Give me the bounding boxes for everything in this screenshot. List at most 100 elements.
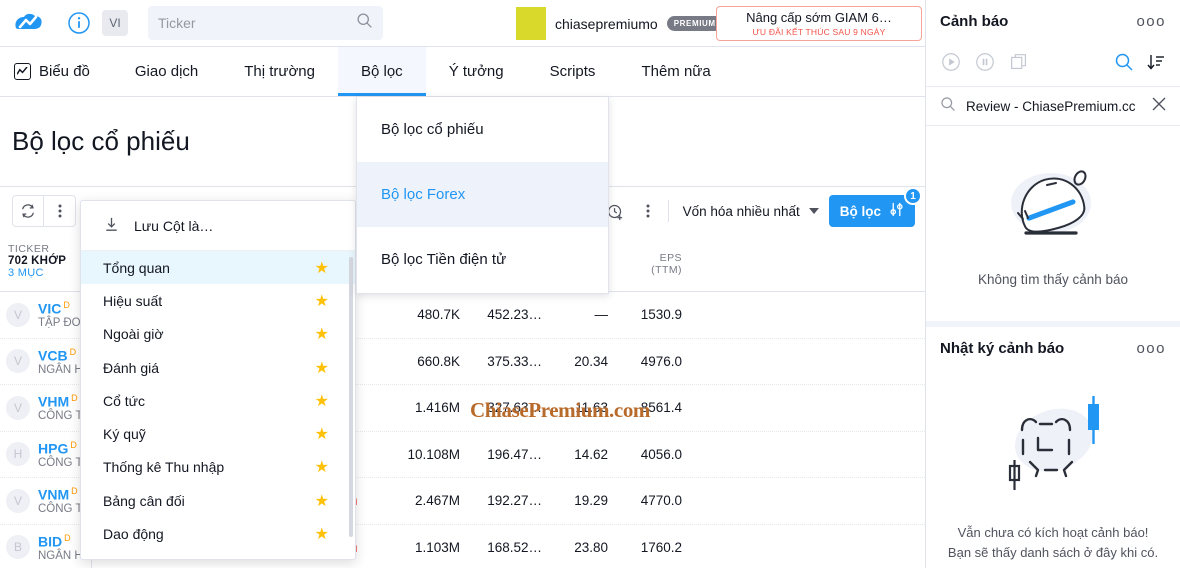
alarm-clock-icon — [992, 392, 1114, 505]
column-set-item[interactable]: Bảng cân đối ★ — [81, 484, 355, 517]
kebab-menu-icon[interactable] — [44, 195, 76, 227]
alerts-empty-text: Không tìm thấy cảnh báo — [977, 271, 1129, 287]
close-icon[interactable] — [1152, 97, 1166, 116]
column-set-item[interactable]: Dao động ★ — [81, 517, 355, 550]
nav-item-more[interactable]: Thêm nữa — [618, 47, 733, 96]
cell-ticker[interactable]: V VHM D CÔNG T — [0, 385, 92, 431]
nav-item-markets[interactable]: Thị trường — [221, 47, 338, 96]
star-icon[interactable]: ★ — [315, 457, 329, 477]
market-cap-select[interactable]: Vốn hóa nhiều nhất — [673, 195, 829, 227]
column-set-item[interactable]: Hiệu suất ★ — [81, 284, 355, 317]
upgrade-title: Nâng cấp sớm GIAM 6… — [746, 9, 892, 25]
kebab-menu-icon[interactable]: ooo — [1136, 13, 1166, 30]
upgrade-promo-button[interactable]: Nâng cấp sớm GIAM 6… ƯU ĐÃI KẾT THÚC SAU… — [716, 6, 922, 41]
ticker-flag: D — [64, 532, 71, 543]
chevron-down-icon — [808, 208, 819, 214]
refresh-icon[interactable] — [12, 195, 44, 227]
dropdown-item-crypto-screener[interactable]: Bộ lọc Tiền điện tử — [357, 227, 608, 292]
ticker-flag: D — [70, 439, 77, 450]
star-icon[interactable]: ★ — [315, 291, 329, 311]
alerts-log-empty-state: Vẫn chưa có kích hoạt cảnh báo! Bạn sẽ t… — [926, 370, 1180, 563]
cell-ticker[interactable]: V VIC D TẬP ĐO — [0, 292, 92, 338]
bell-empty-icon — [994, 161, 1112, 258]
kebab-menu-icon[interactable] — [632, 195, 664, 227]
cell-market-cap: 375.33… — [487, 353, 542, 369]
cell-ticker[interactable]: B BID D NGÂN H — [0, 524, 92, 568]
cell-pe: 23.80 — [574, 539, 608, 555]
cell-ticker[interactable]: H HPG D CÔNG T — [0, 431, 92, 477]
star-icon[interactable]: ★ — [315, 258, 329, 278]
play-circle-icon[interactable] — [940, 51, 962, 78]
ticker-search-input[interactable]: Ticker — [148, 6, 383, 40]
ticker-header-line2: 702 KHỚP — [8, 255, 67, 267]
nav-item-label: Thị trường — [244, 63, 315, 80]
cell-ticker[interactable]: V VCB D NGÂN H — [0, 338, 92, 384]
copy-icon[interactable] — [1008, 51, 1030, 78]
ticker-company: CÔNG T — [38, 410, 83, 423]
search-icon[interactable] — [1114, 52, 1134, 77]
cell-pe: 19.29 — [574, 493, 608, 509]
dropdown-item-forex-screener[interactable]: Bộ lọc Forex — [357, 162, 608, 227]
column-set-item[interactable]: Đánh giá ★ — [81, 351, 355, 384]
dropdown-item-label: Bộ lọc cổ phiếu — [381, 121, 484, 138]
upgrade-subtitle: ƯU ĐÃI KẾT THÚC SAU 9 NGÀY — [752, 26, 886, 37]
download-icon — [103, 216, 120, 236]
column-set-list: Tổng quan ★ Hiệu suất ★ Ngoài giờ ★ Đánh… — [81, 251, 355, 551]
column-set-item[interactable]: Ngoài giờ ★ — [81, 318, 355, 351]
column-set-item[interactable]: Cổ tức ★ — [81, 384, 355, 417]
column-set-item[interactable]: Ký quỹ ★ — [81, 417, 355, 450]
cell-market-cap: 168.52… — [487, 539, 542, 555]
column-header-eps[interactable]: EPS (TTM) — [616, 236, 690, 291]
ticker-header-line1: TICKER — [8, 243, 50, 255]
column-set-label: Đánh giá — [103, 359, 160, 376]
ticker-symbol: VNM D — [38, 486, 78, 504]
cell-volume: 10.108M — [407, 446, 460, 462]
dropdown-scrollbar[interactable] — [349, 257, 353, 537]
cell-ticker[interactable]: V VNM D CÔNG T — [0, 478, 92, 524]
language-switcher[interactable]: VI — [102, 10, 128, 36]
star-icon[interactable]: ★ — [315, 424, 329, 444]
star-icon[interactable]: ★ — [315, 524, 329, 544]
nav-item-scripts[interactable]: Scripts — [527, 47, 619, 96]
column-header-ticker[interactable]: TICKER 702 KHỚP 3 MỤC — [0, 236, 92, 291]
nav-item-label: Ý tưởng — [448, 63, 504, 80]
info-icon[interactable] — [56, 11, 102, 35]
nav-item-label: Bộ lọc — [360, 63, 403, 80]
avatar: B — [6, 535, 30, 560]
ticker-flag: D — [63, 300, 70, 311]
nav-item-ideas[interactable]: Ý tưởng — [426, 47, 527, 96]
dropdown-item-stock-screener[interactable]: Bộ lọc cổ phiếu — [357, 97, 608, 162]
chart-icon — [14, 63, 31, 80]
alerts-panel: Cảnh báo ooo Review - ChiasePremium.cc K… — [925, 0, 1180, 568]
dropdown-item-label: Bộ lọc Tiền điện tử — [381, 251, 507, 268]
pause-circle-icon[interactable] — [974, 51, 996, 78]
alerts-search-field[interactable]: Review - ChiasePremium.cc — [926, 86, 1180, 126]
alerts-panel-header: Cảnh báo ooo — [926, 0, 1180, 43]
cell-eps: 8561.4 — [640, 400, 682, 416]
alerts-empty-state: Không tìm thấy cảnh báo — [926, 126, 1180, 321]
nav-item-screener[interactable]: Bộ lọc — [337, 47, 426, 96]
filter-button[interactable]: Bộ lọc 1 — [828, 187, 922, 227]
sort-descending-icon[interactable] — [1146, 52, 1166, 77]
column-set-item[interactable]: Thống kê Thu nhập ★ — [81, 451, 355, 484]
alerts-search-value: Review - ChiasePremium.cc — [966, 98, 1136, 114]
tradingview-logo-icon[interactable] — [0, 12, 56, 34]
cell-volume: 480.7K — [417, 307, 460, 323]
star-icon[interactable]: ★ — [315, 358, 329, 378]
star-icon[interactable]: ★ — [315, 391, 329, 411]
column-set-item[interactable]: Tổng quan ★ — [81, 251, 355, 285]
nav-item-trading[interactable]: Giao dịch — [112, 47, 221, 96]
cell-volume: 660.8K — [417, 353, 460, 369]
star-icon[interactable]: ★ — [315, 324, 329, 344]
search-icon — [356, 12, 373, 34]
account-menu[interactable]: chiasepremiumo PREMIUM — [516, 7, 742, 40]
column-set-label: Tổng quan — [103, 259, 170, 276]
cell-volume: 1.103M — [414, 539, 460, 555]
save-columns-as-button[interactable]: Lưu Cột là… — [81, 201, 355, 251]
premium-badge: PREMIUM — [666, 16, 723, 31]
kebab-menu-icon[interactable]: ooo — [1136, 340, 1166, 357]
ticker-symbol: VHM D — [38, 393, 78, 411]
nav-item-charts[interactable]: Biểu đồ — [0, 47, 112, 96]
column-set-label: Thống kê Thu nhập — [103, 459, 225, 476]
star-icon[interactable]: ★ — [315, 491, 329, 511]
